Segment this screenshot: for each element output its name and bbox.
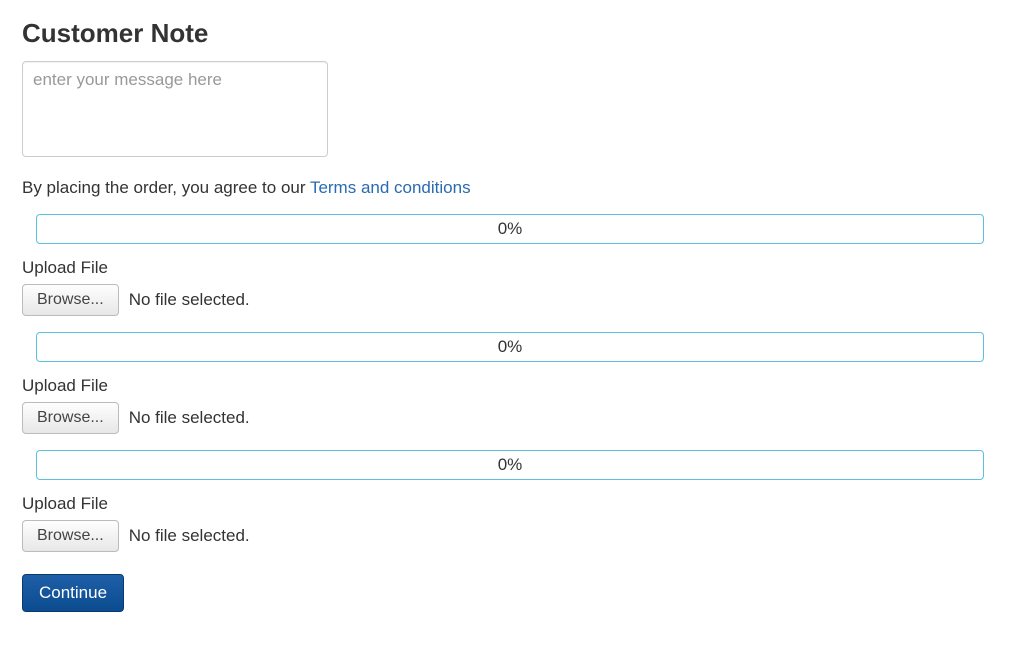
file-input-row: Browse... No file selected. xyxy=(22,402,999,434)
upload-file-label: Upload File xyxy=(22,258,999,278)
upload-progress-text: 0% xyxy=(498,455,523,475)
file-selected-status: No file selected. xyxy=(129,526,250,546)
terms-and-conditions-link[interactable]: Terms and conditions xyxy=(310,178,471,197)
upload-progress-text: 0% xyxy=(498,219,523,239)
upload-file-label: Upload File xyxy=(22,494,999,514)
file-input-row: Browse... No file selected. xyxy=(22,284,999,316)
file-input-row: Browse... No file selected. xyxy=(22,520,999,552)
upload-file-label: Upload File xyxy=(22,376,999,396)
browse-button[interactable]: Browse... xyxy=(22,520,119,552)
agreement-text: By placing the order, you agree to our T… xyxy=(22,178,999,198)
upload-progress-text: 0% xyxy=(498,337,523,357)
agreement-prefix: By placing the order, you agree to our xyxy=(22,178,310,197)
upload-progress-bar: 0% xyxy=(36,214,984,244)
upload-progress-bar: 0% xyxy=(36,332,984,362)
file-selected-status: No file selected. xyxy=(129,290,250,310)
page-heading: Customer Note xyxy=(22,18,999,49)
continue-button[interactable]: Continue xyxy=(22,574,124,612)
file-selected-status: No file selected. xyxy=(129,408,250,428)
browse-button[interactable]: Browse... xyxy=(22,284,119,316)
customer-note-input[interactable] xyxy=(22,61,328,157)
upload-progress-bar: 0% xyxy=(36,450,984,480)
browse-button[interactable]: Browse... xyxy=(22,402,119,434)
